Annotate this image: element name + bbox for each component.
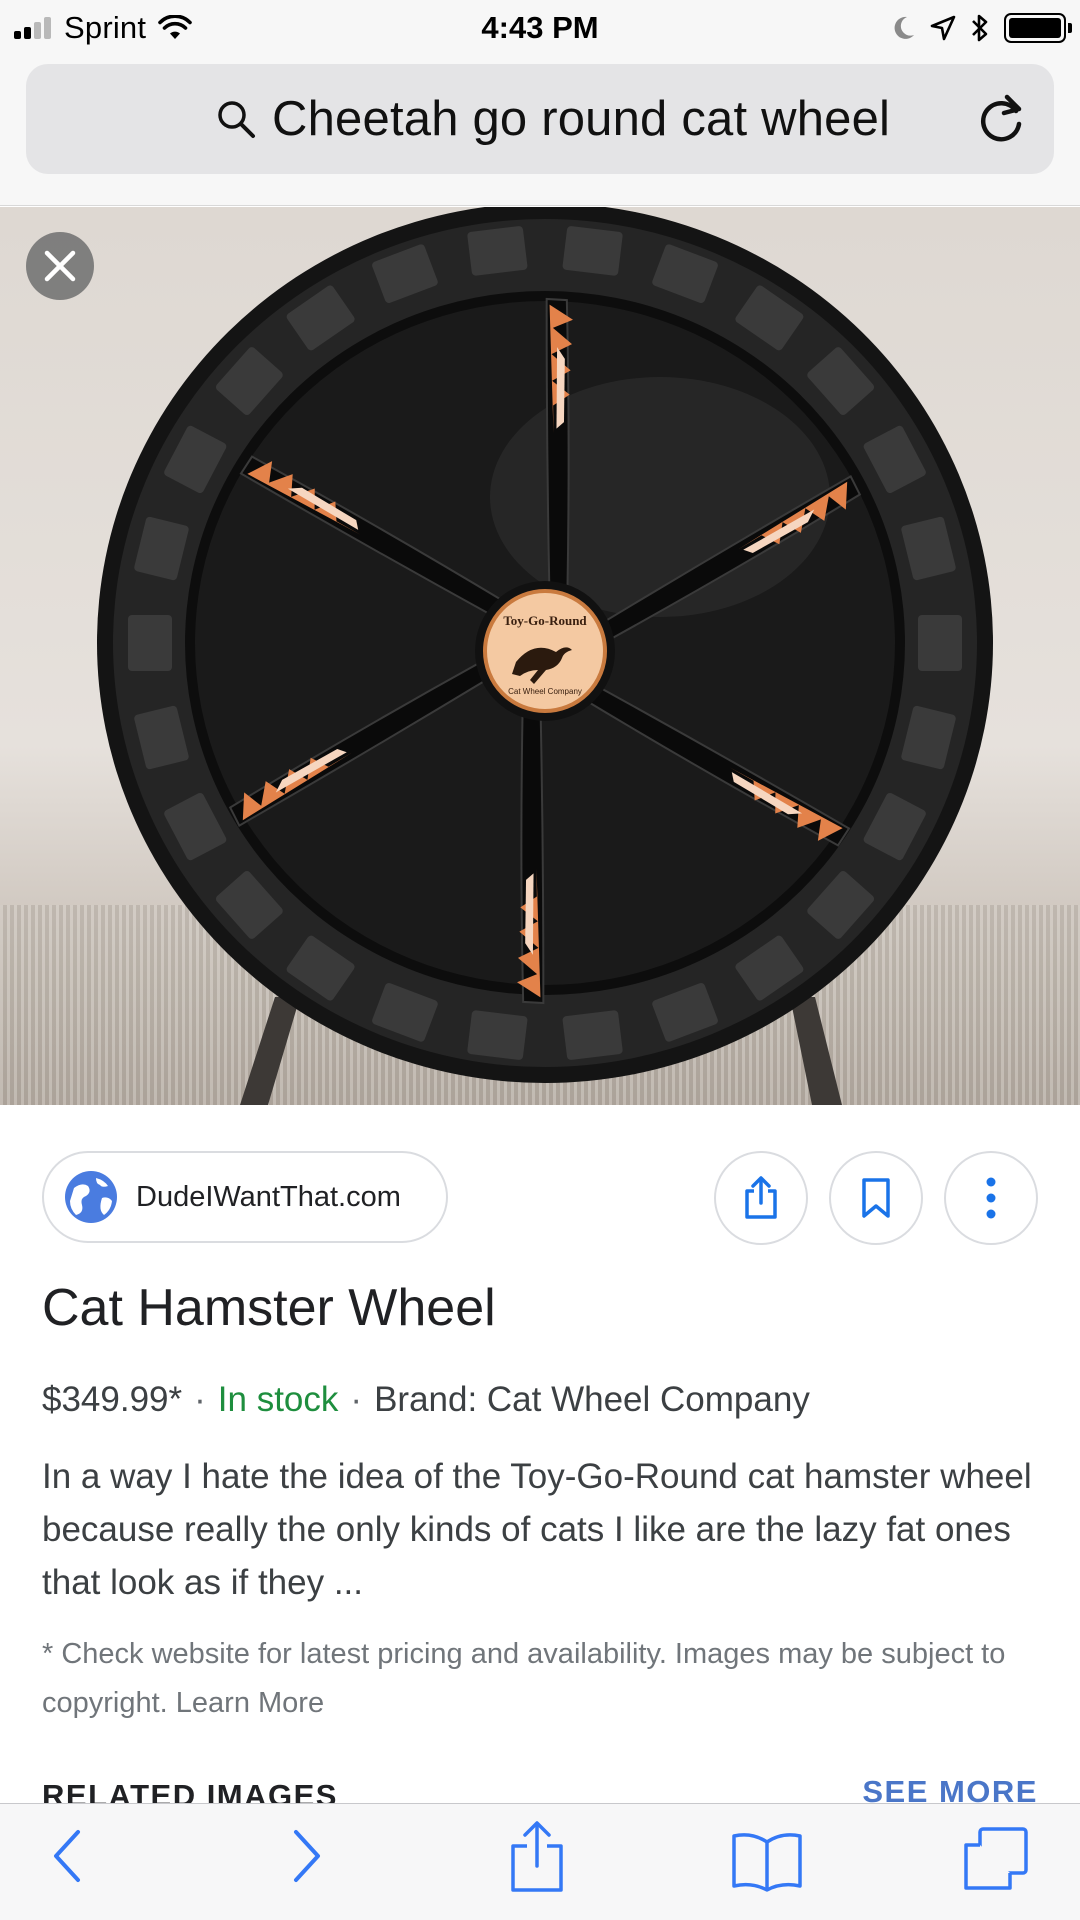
bookmark-icon bbox=[862, 1178, 890, 1218]
reload-icon[interactable] bbox=[976, 93, 1026, 145]
globe-icon bbox=[65, 1171, 117, 1223]
source-site-label: DudeIWantThat.com bbox=[136, 1180, 401, 1213]
share-icon[interactable] bbox=[508, 1820, 566, 1894]
search-query-group: Cheetah go round cat wheel bbox=[216, 64, 890, 174]
address-bar[interactable]: Cheetah go round cat wheel bbox=[26, 64, 1054, 174]
search-query: Cheetah go round cat wheel bbox=[272, 92, 891, 146]
bottom-toolbar bbox=[0, 1803, 1080, 1920]
location-icon bbox=[930, 15, 956, 41]
bookmarks-icon[interactable] bbox=[730, 1830, 804, 1892]
tabs-icon[interactable] bbox=[962, 1826, 1030, 1892]
brand: Brand: Cat Wheel Company bbox=[374, 1380, 810, 1419]
result-image[interactable]: Toy-Go-Round Cat Wheel Company bbox=[0, 207, 1080, 1105]
meta-separator: · bbox=[350, 1380, 363, 1419]
back-icon[interactable] bbox=[48, 1824, 88, 1888]
status-bar: Sprint 4:43 PM bbox=[0, 0, 1080, 56]
save-result-button[interactable] bbox=[829, 1151, 923, 1245]
result-description: In a way I hate the idea of the Toy-Go-R… bbox=[42, 1457, 1032, 1602]
battery-icon bbox=[1004, 13, 1072, 43]
share-icon bbox=[745, 1176, 777, 1219]
source-site-chip[interactable]: DudeIWantThat.com bbox=[42, 1151, 448, 1243]
forward-icon[interactable] bbox=[286, 1824, 326, 1888]
close-icon bbox=[44, 250, 76, 282]
more-options-button[interactable] bbox=[944, 1151, 1038, 1245]
hub-logo-subtext: Cat Wheel Company bbox=[508, 687, 582, 696]
more-vert-icon bbox=[986, 1177, 996, 1219]
moon-icon bbox=[894, 16, 914, 39]
meta-separator: · bbox=[194, 1380, 206, 1419]
hub-logo-text: Toy-Go-Round bbox=[503, 613, 587, 628]
product-meta: $349.99* · In stock · Brand: Cat Wheel Compa… bbox=[42, 1380, 810, 1420]
price: $349.99* bbox=[42, 1380, 183, 1419]
status-right bbox=[878, 6, 1072, 50]
cat-wheel-photo: Toy-Go-Round Cat Wheel Company bbox=[97, 207, 993, 1105]
result-title: Cat Hamster Wheel bbox=[42, 1279, 496, 1337]
address-bar-area: Cheetah go round cat wheel bbox=[0, 56, 1080, 206]
pricing-disclaimer: * Check website for latest pricing and a… bbox=[42, 1638, 1006, 1719]
search-icon bbox=[218, 101, 255, 138]
close-image-button[interactable] bbox=[26, 232, 94, 300]
bluetooth-icon bbox=[972, 14, 988, 42]
stock-status: In stock bbox=[217, 1380, 339, 1419]
share-result-button[interactable] bbox=[714, 1151, 808, 1245]
